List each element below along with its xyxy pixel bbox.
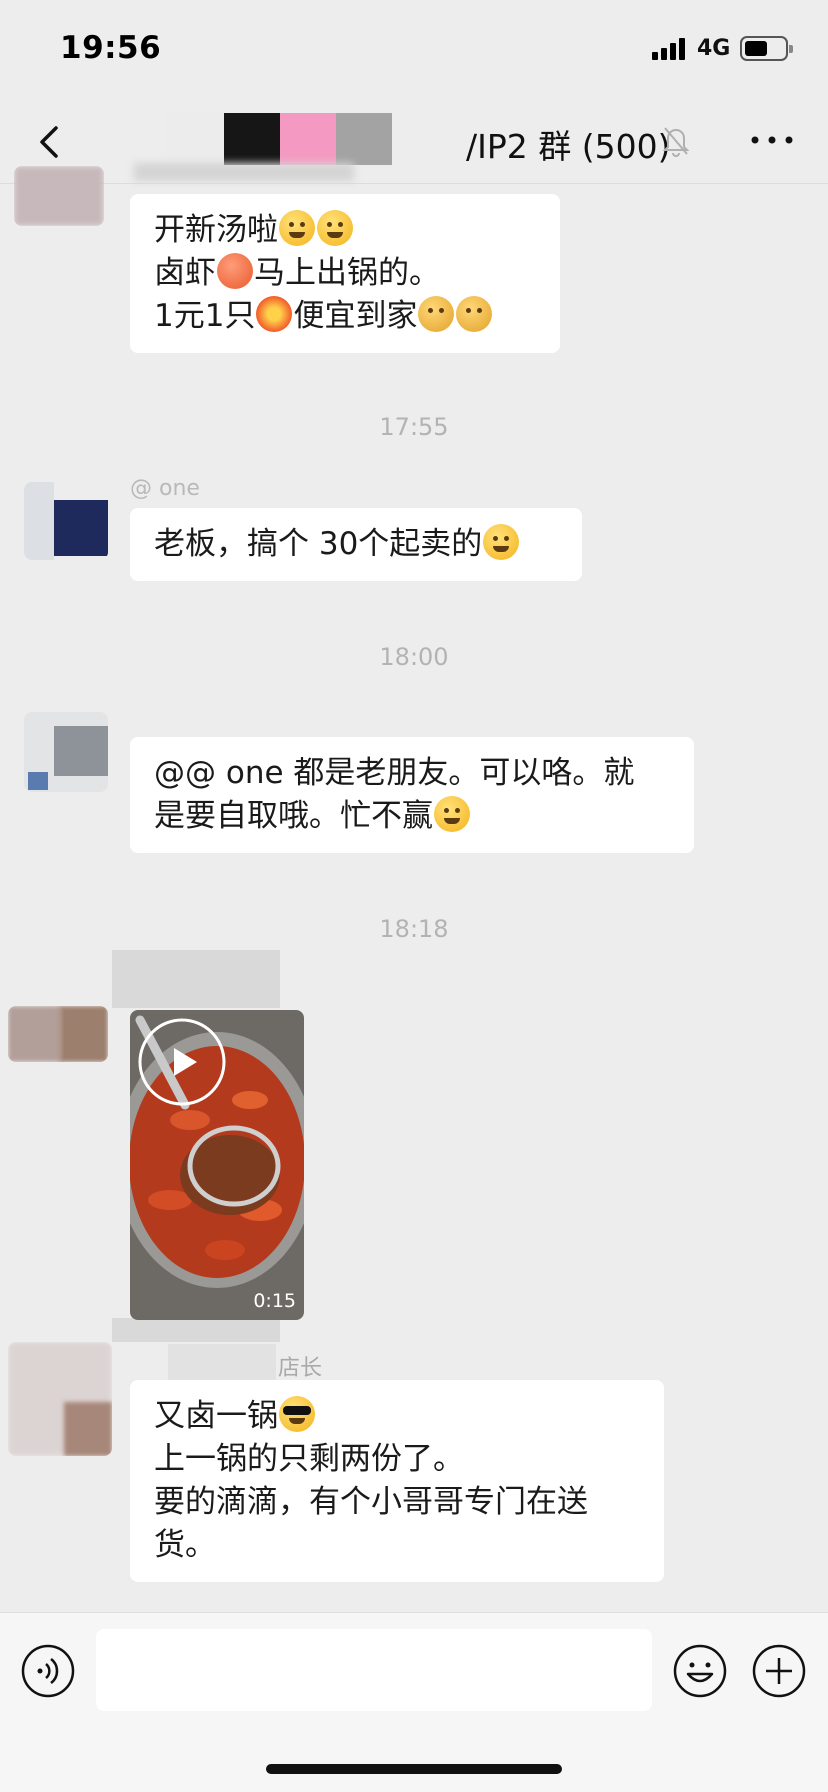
redacted-name-mosaic — [166, 113, 226, 165]
eyes-666-emoji — [317, 210, 353, 246]
shrimp-emoji — [217, 253, 253, 289]
network-label: 4G — [697, 36, 731, 61]
message-text: 货。 — [154, 1527, 216, 1563]
voice-icon[interactable] — [20, 1643, 76, 1699]
sender-avatar[interactable] — [24, 482, 108, 560]
message-text: 开新汤啦 — [154, 212, 278, 248]
message-text: 又卤一锅 — [154, 1398, 278, 1434]
message-text: 卤虾 — [154, 255, 216, 291]
more-options-icon[interactable] — [749, 130, 795, 150]
redacted-name-mosaic — [280, 113, 336, 165]
kiss-emoji — [418, 296, 455, 332]
mute-bell-icon — [662, 127, 690, 157]
message-text: 便宜到家 — [293, 298, 418, 334]
home-indicator — [266, 1764, 562, 1774]
message-bubble[interactable]: @@ one 都是老朋友。可以咯。就 是要自取哦。忙不赢 — [130, 737, 694, 853]
timestamp: 18:00 — [379, 643, 449, 671]
message-text: @@ one 都是老朋友。可以咯。就 — [154, 755, 635, 791]
message-bubble[interactable]: 又卤一锅 上一锅的只剩两份了。 要的滴滴，有个小哥哥专门在送 货。 — [130, 1380, 664, 1582]
eyes-666-emoji — [279, 210, 315, 246]
status-bar: 19:56 4G — [0, 0, 828, 100]
message-text: 老板，搞个 30个起卖的 — [154, 526, 483, 562]
video-duration: 0:15 — [253, 1290, 296, 1312]
message-text: 马上出锅的。 — [254, 255, 440, 291]
sender-avatar[interactable] — [8, 1342, 112, 1456]
redacted-name-mosaic — [224, 113, 280, 165]
sender-name: 店长 — [278, 1356, 323, 1381]
sender-name: @ one — [130, 476, 200, 501]
message-bubble[interactable]: 老板，搞个 30个起卖的 — [130, 508, 582, 581]
chat-title: /IP2 群 (500) — [466, 127, 671, 166]
battery-icon — [740, 36, 793, 61]
back-icon[interactable] — [30, 122, 70, 162]
sender-name-redacted — [134, 163, 354, 181]
message-bubble[interactable]: 开新汤啦 卤虾 马上出锅的。 1元1只 便宜到家 — [130, 194, 560, 353]
message-text: 是要自取哦。忙不赢 — [154, 798, 433, 834]
add-icon[interactable] — [751, 1643, 807, 1699]
emoji-icon[interactable] — [672, 1643, 728, 1699]
boom-emoji — [256, 296, 293, 332]
redacted-name-mosaic — [336, 113, 392, 165]
sunglasses-emoji — [279, 1396, 315, 1432]
signal-icon — [652, 38, 685, 60]
redacted-overlay — [112, 950, 280, 1008]
sender-avatar[interactable] — [14, 166, 104, 226]
message-text: 上一锅的只剩两份了。 — [154, 1441, 464, 1477]
grin-emoji — [434, 796, 470, 832]
timestamp: 18:18 — [379, 915, 449, 943]
sender-name-redacted — [168, 1344, 276, 1380]
video-message[interactable]: 0:15 — [130, 1010, 304, 1320]
play-icon[interactable] — [130, 1010, 234, 1114]
kiss-emoji — [456, 296, 493, 332]
sender-avatar[interactable] — [8, 1006, 108, 1062]
redacted-overlay — [112, 1318, 280, 1342]
timestamp: 17:55 — [379, 413, 449, 441]
grin-emoji — [483, 524, 520, 560]
message-text: 1元1只 — [154, 298, 256, 334]
message-input[interactable] — [96, 1629, 652, 1711]
message-text: 要的滴滴，有个小哥哥专门在送 — [154, 1484, 588, 1520]
sender-avatar[interactable] — [24, 712, 108, 792]
nav-bar: /IP2 群 (500) — [0, 100, 828, 184]
status-time: 19:56 — [60, 30, 162, 66]
